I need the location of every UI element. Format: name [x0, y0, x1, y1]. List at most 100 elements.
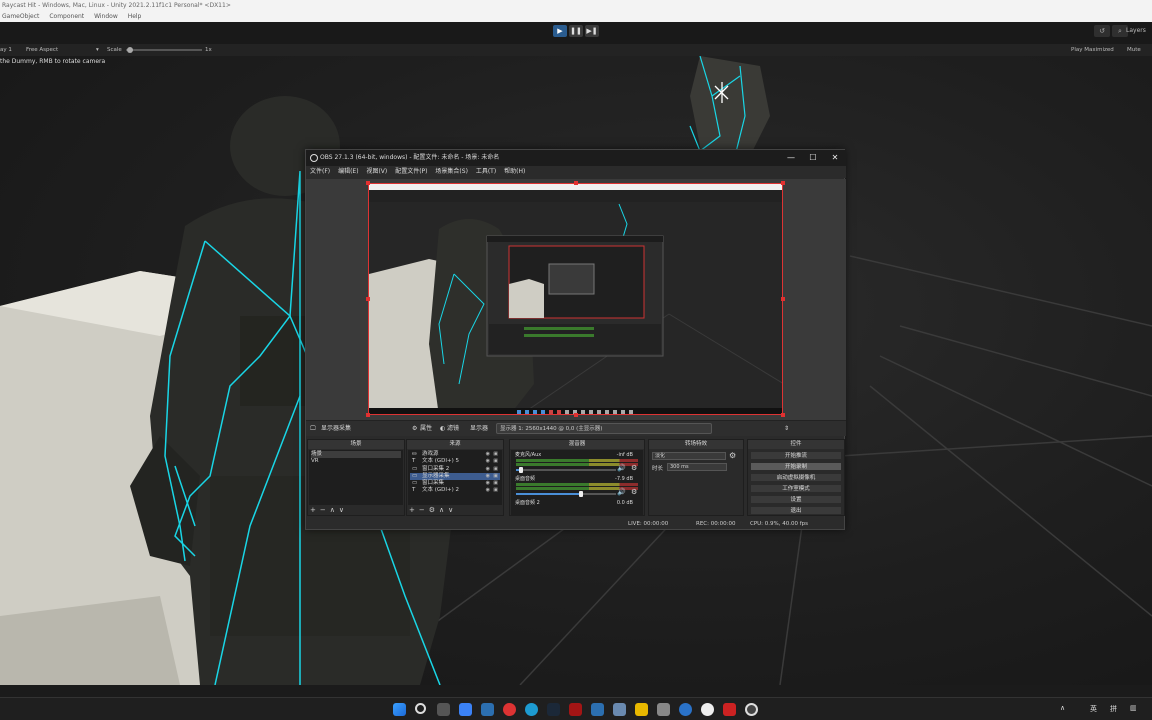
- resize-handle[interactable]: [366, 297, 370, 301]
- play-button[interactable]: ▶: [553, 25, 567, 37]
- exit-button[interactable]: 退出: [750, 506, 842, 515]
- app-icon[interactable]: [723, 703, 736, 716]
- steam-icon[interactable]: [547, 703, 560, 716]
- start-recording-button[interactable]: 开始录制: [750, 462, 842, 471]
- lock-icon[interactable]: ▣: [493, 473, 498, 480]
- lock-icon[interactable]: ▣: [493, 487, 498, 494]
- gear-icon[interactable]: ⚙: [729, 451, 736, 460]
- maximize-button[interactable]: ☐: [802, 150, 824, 166]
- display-capture-preview[interactable]: [368, 183, 783, 415]
- display-select[interactable]: 显示器 1: 2560x1440 @ 0,0 (主显示器): [496, 423, 712, 434]
- menu-gameobject[interactable]: GameObject: [2, 13, 39, 20]
- play-mode-dropdown[interactable]: Play Maximized: [1071, 44, 1114, 56]
- eye-icon[interactable]: ◉: [486, 466, 490, 473]
- filters-button[interactable]: 滤镜: [447, 421, 459, 437]
- remove-icon[interactable]: −: [419, 506, 429, 514]
- start-icon[interactable]: [393, 703, 406, 716]
- app-icon[interactable]: [701, 703, 714, 716]
- display-dropdown[interactable]: ay 1: [0, 44, 12, 56]
- search-icon[interactable]: [415, 703, 426, 714]
- lock-icon[interactable]: ▣: [493, 458, 498, 465]
- close-button[interactable]: ✕: [824, 150, 846, 166]
- layers-dropdown[interactable]: Layers: [1126, 27, 1146, 34]
- volume-slider[interactable]: [516, 467, 616, 473]
- resize-handle[interactable]: [574, 181, 578, 185]
- scale-slider-handle[interactable]: [127, 47, 133, 53]
- menu-help[interactable]: 帮助(H): [504, 168, 525, 175]
- source-item[interactable]: ▭ 窗口采集 2 ◉ ▣: [410, 466, 500, 473]
- resize-handle[interactable]: [366, 181, 370, 185]
- resize-handle[interactable]: [781, 297, 785, 301]
- source-item[interactable]: T 文本 (GDI+) 2 ◉ ▣: [410, 487, 500, 494]
- lock-icon[interactable]: ▣: [493, 480, 498, 487]
- start-streaming-button[interactable]: 开始推流: [750, 451, 842, 460]
- app-icon[interactable]: [613, 703, 626, 716]
- menu-help[interactable]: Help: [128, 13, 142, 20]
- app-icon[interactable]: [481, 703, 494, 716]
- edge-icon[interactable]: [525, 703, 538, 716]
- eye-icon[interactable]: ◉: [486, 458, 490, 465]
- studio-mode-button[interactable]: 工作室模式: [750, 484, 842, 493]
- properties-button[interactable]: 属性: [420, 421, 432, 437]
- chevron-up-icon[interactable]: ∧: [1060, 704, 1065, 712]
- obs-title-bar[interactable]: OBS 27.1.3 (64-bit, windows) - 配置文件: 未命名…: [306, 150, 846, 166]
- scene-item[interactable]: 场景: [311, 451, 401, 459]
- gear-icon[interactable]: ⚙: [429, 506, 439, 514]
- pause-button[interactable]: ❚❚: [569, 25, 583, 37]
- source-item[interactable]: T 文本 (GDI+) 5 ◉ ▣: [410, 458, 500, 465]
- app-icon[interactable]: [591, 703, 604, 716]
- settings-button[interactable]: 设置: [750, 495, 842, 504]
- eye-icon[interactable]: ◉: [486, 473, 490, 480]
- move-up-icon[interactable]: ∧: [330, 506, 339, 514]
- app-icon[interactable]: [679, 703, 692, 716]
- minimize-button[interactable]: —: [780, 150, 802, 166]
- remove-icon[interactable]: −: [320, 506, 330, 514]
- gear-icon[interactable]: ⚙: [631, 464, 637, 472]
- obs-preview[interactable]: [306, 179, 846, 420]
- menu-tools[interactable]: 工具(T): [476, 168, 496, 175]
- filter-icon[interactable]: ◐: [440, 421, 445, 437]
- lock-icon[interactable]: ▣: [493, 466, 498, 473]
- obs-taskbar-icon[interactable]: [745, 703, 758, 716]
- gear-icon[interactable]: ⚙: [631, 488, 637, 496]
- netease-music-icon[interactable]: [503, 703, 516, 716]
- app-icon[interactable]: [657, 703, 670, 716]
- eye-icon[interactable]: ◉: [486, 487, 490, 494]
- network-icon[interactable]: ▥: [1130, 704, 1137, 712]
- menu-profile[interactable]: 配置文件(P): [395, 168, 427, 175]
- start-virtual-camera-button[interactable]: 启动虚拟摄像机: [750, 473, 842, 482]
- transition-select[interactable]: 淡化: [652, 452, 726, 460]
- app-icon[interactable]: [569, 703, 582, 716]
- scene-item[interactable]: VR: [311, 458, 401, 465]
- widgets-icon[interactable]: [459, 703, 472, 716]
- aspect-dropdown[interactable]: Free Aspect: [26, 44, 58, 56]
- resize-handle[interactable]: [781, 413, 785, 417]
- add-icon[interactable]: +: [409, 506, 419, 514]
- task-view-icon[interactable]: [437, 703, 450, 716]
- lock-icon[interactable]: ▣: [493, 451, 498, 458]
- menu-file[interactable]: 文件(F): [310, 168, 330, 175]
- eye-icon[interactable]: ◉: [486, 480, 490, 487]
- speaker-icon[interactable]: 🔊: [617, 464, 626, 472]
- menu-view[interactable]: 视图(V): [366, 168, 387, 175]
- volume-slider[interactable]: [516, 491, 616, 497]
- speaker-icon[interactable]: 🔊: [617, 488, 626, 496]
- history-icon[interactable]: ↺: [1094, 25, 1110, 37]
- menu-edit[interactable]: 编辑(E): [338, 168, 358, 175]
- gear-icon[interactable]: ⚙: [412, 421, 417, 437]
- eye-icon[interactable]: ◉: [486, 451, 490, 458]
- menu-component[interactable]: Component: [49, 13, 84, 20]
- move-down-icon[interactable]: ∨: [448, 506, 457, 514]
- resize-handle[interactable]: [366, 413, 370, 417]
- resize-handle[interactable]: [781, 181, 785, 185]
- move-up-icon[interactable]: ∧: [439, 506, 448, 514]
- menu-window[interactable]: Window: [94, 13, 118, 20]
- file-explorer-icon[interactable]: [635, 703, 648, 716]
- step-button[interactable]: ▶❚: [585, 25, 599, 37]
- ime-language[interactable]: 英: [1090, 704, 1097, 714]
- scale-slider[interactable]: [126, 49, 202, 51]
- ime-mode[interactable]: 拼: [1110, 704, 1117, 714]
- resize-handle[interactable]: [574, 413, 578, 417]
- duration-input[interactable]: 300 ms: [667, 463, 727, 471]
- menu-scene-collection[interactable]: 场景集合(S): [435, 168, 468, 175]
